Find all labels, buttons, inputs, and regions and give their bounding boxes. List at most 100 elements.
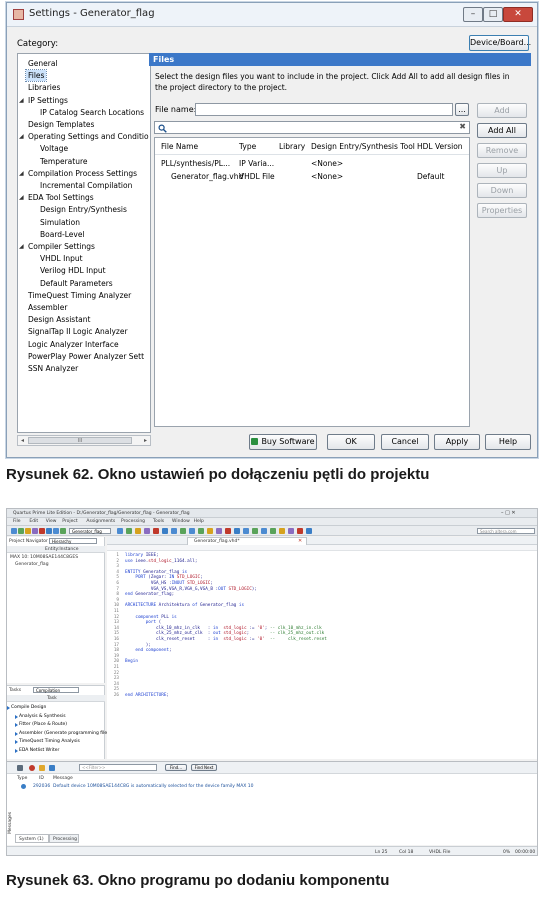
- category-item[interactable]: Design Templates: [26, 119, 96, 130]
- toolbar-icon[interactable]: [11, 528, 17, 534]
- collapse-arrow-icon[interactable]: ◢: [19, 243, 24, 250]
- toolbar-icon[interactable]: [207, 528, 213, 534]
- remove-button[interactable]: Remove: [477, 143, 527, 158]
- category-item[interactable]: General: [26, 58, 60, 69]
- task-item[interactable]: Analysis & Synthesis: [19, 714, 66, 719]
- category-item[interactable]: Verilog HDL Input: [38, 265, 108, 276]
- category-item[interactable]: Design Assistant: [26, 314, 92, 325]
- toolbar-icon[interactable]: [243, 528, 249, 534]
- file-search-input[interactable]: ✖: [154, 121, 470, 134]
- editor-tab[interactable]: Generator_flag.vhd* ✕: [187, 537, 307, 545]
- category-item[interactable]: Board-Level: [38, 229, 87, 240]
- toolbar-icon[interactable]: [306, 528, 312, 534]
- quartus-window-controls[interactable]: – □ ✕: [501, 510, 516, 516]
- all-messages-icon[interactable]: [17, 765, 23, 771]
- run-task-icon[interactable]: [15, 731, 18, 736]
- code-editor[interactable]: 1 library IEEE; 2 use ieee.std_logic_1164.a…: [107, 553, 537, 758]
- device-board-button[interactable]: Device/Board...: [469, 35, 531, 51]
- toolbar-icon[interactable]: [153, 528, 159, 534]
- error-filter-icon[interactable]: [29, 765, 35, 771]
- ok-button[interactable]: OK: [327, 434, 375, 450]
- up-button[interactable]: Up: [477, 163, 527, 178]
- table-row[interactable]: Generator_flag.vhd VHDL File <None> Default: [155, 171, 469, 183]
- toolbar-icon[interactable]: [198, 528, 204, 534]
- down-button[interactable]: Down: [477, 183, 527, 198]
- table-column-header[interactable]: Design Entry/Synthesis Tool: [311, 140, 415, 154]
- toolbar-icon[interactable]: [144, 528, 150, 534]
- menu-item[interactable]: Help: [194, 519, 204, 524]
- toolbar-icon[interactable]: [288, 528, 294, 534]
- menu-item[interactable]: File: [13, 519, 21, 524]
- toolbar-icon[interactable]: [189, 528, 195, 534]
- category-item[interactable]: SignalTap II Logic Analyzer: [26, 326, 130, 337]
- task-item[interactable]: Compile Design: [11, 705, 46, 710]
- message-text[interactable]: Default device 10M08SAE144C8G is automat…: [53, 784, 254, 789]
- category-item[interactable]: Simulation: [38, 217, 82, 228]
- clear-search-icon[interactable]: ✖: [459, 122, 466, 131]
- toolbar-icon[interactable]: [46, 528, 52, 534]
- add-button[interactable]: Add: [477, 103, 527, 118]
- message-filter-input[interactable]: <<Filter>>: [79, 764, 157, 771]
- maximize-icon[interactable]: □: [483, 7, 503, 22]
- category-item[interactable]: IP Catalog Search Locations: [38, 107, 146, 118]
- toolbar-icon[interactable]: [270, 528, 276, 534]
- properties-button[interactable]: Properties: [477, 203, 527, 218]
- menu-item[interactable]: Processing: [121, 519, 145, 524]
- apply-button[interactable]: Apply: [434, 434, 480, 450]
- collapse-arrow-icon[interactable]: ◢: [19, 133, 24, 140]
- toolbar-icon[interactable]: [18, 528, 24, 534]
- category-item[interactable]: Compilation Process Settings: [26, 168, 139, 179]
- task-item[interactable]: TimeQuest Timing Analysis: [19, 739, 80, 744]
- help-button[interactable]: Help: [485, 434, 531, 450]
- warning-filter-icon[interactable]: [39, 765, 45, 771]
- toolbar-icon[interactable]: [117, 528, 123, 534]
- category-item[interactable]: Assembler: [26, 302, 69, 313]
- category-item[interactable]: Voltage: [38, 143, 70, 154]
- browse-button[interactable]: ...: [455, 103, 469, 116]
- toolbar-icon[interactable]: [39, 528, 45, 534]
- collapse-arrow-icon[interactable]: ◢: [19, 194, 24, 201]
- search-altera-input[interactable]: Search altera.com: [477, 528, 535, 534]
- toolbar-icon[interactable]: [171, 528, 177, 534]
- menu-item[interactable]: Edit: [29, 519, 38, 524]
- collapse-arrow-icon[interactable]: ◢: [19, 170, 24, 177]
- close-tab-icon[interactable]: ✕: [298, 538, 302, 544]
- category-item[interactable]: EDA Tool Settings: [26, 192, 96, 203]
- run-task-icon[interactable]: [15, 714, 18, 719]
- run-task-icon[interactable]: [15, 740, 18, 744]
- toolbar-icon[interactable]: [225, 528, 231, 534]
- toolbar-icon[interactable]: [216, 528, 222, 534]
- menu-item[interactable]: Window: [172, 519, 190, 524]
- toolbar-icon[interactable]: [25, 528, 31, 534]
- category-item[interactable]: Files: [24, 69, 48, 83]
- run-task-icon[interactable]: [15, 723, 18, 727]
- category-item[interactable]: Compiler Settings: [26, 241, 97, 252]
- minimize-icon[interactable]: –: [463, 7, 483, 22]
- collapse-arrow-icon[interactable]: ◢: [19, 97, 24, 104]
- tab-system[interactable]: System (1): [15, 834, 49, 843]
- task-item[interactable]: EDA Netlist Writer: [19, 748, 59, 753]
- task-item[interactable]: Fitter (Place & Route): [19, 722, 67, 727]
- cancel-button[interactable]: Cancel: [381, 434, 429, 450]
- info-filter-icon[interactable]: [49, 765, 55, 771]
- category-item[interactable]: TimeQuest Timing Analyzer: [26, 290, 133, 301]
- menu-item[interactable]: Project: [62, 519, 77, 524]
- toolbar-icon[interactable]: [126, 528, 132, 534]
- toolbar-icon[interactable]: [53, 528, 59, 534]
- table-column-header[interactable]: Library: [279, 140, 305, 154]
- toolbar-icon[interactable]: [252, 528, 258, 534]
- task-item[interactable]: Assembler (Generate programming files): [19, 731, 111, 736]
- category-item[interactable]: Incremental Compilation: [38, 180, 134, 191]
- toolbar-icon[interactable]: [32, 528, 38, 534]
- top-entity-row[interactable]: Generator_flag: [15, 562, 49, 567]
- category-item[interactable]: IP Settings: [26, 95, 70, 106]
- file-name-input[interactable]: [195, 103, 453, 116]
- toolbar-icon[interactable]: [180, 528, 186, 534]
- add-all-button[interactable]: Add All: [477, 123, 527, 138]
- category-item[interactable]: Default Parameters: [38, 278, 115, 289]
- table-column-header[interactable]: File Name: [161, 140, 198, 154]
- menu-item[interactable]: Assignments: [86, 519, 115, 524]
- toolbar-icon[interactable]: [297, 528, 303, 534]
- close-icon[interactable]: ✕: [503, 7, 533, 22]
- category-item[interactable]: Logic Analyzer Interface: [26, 339, 121, 350]
